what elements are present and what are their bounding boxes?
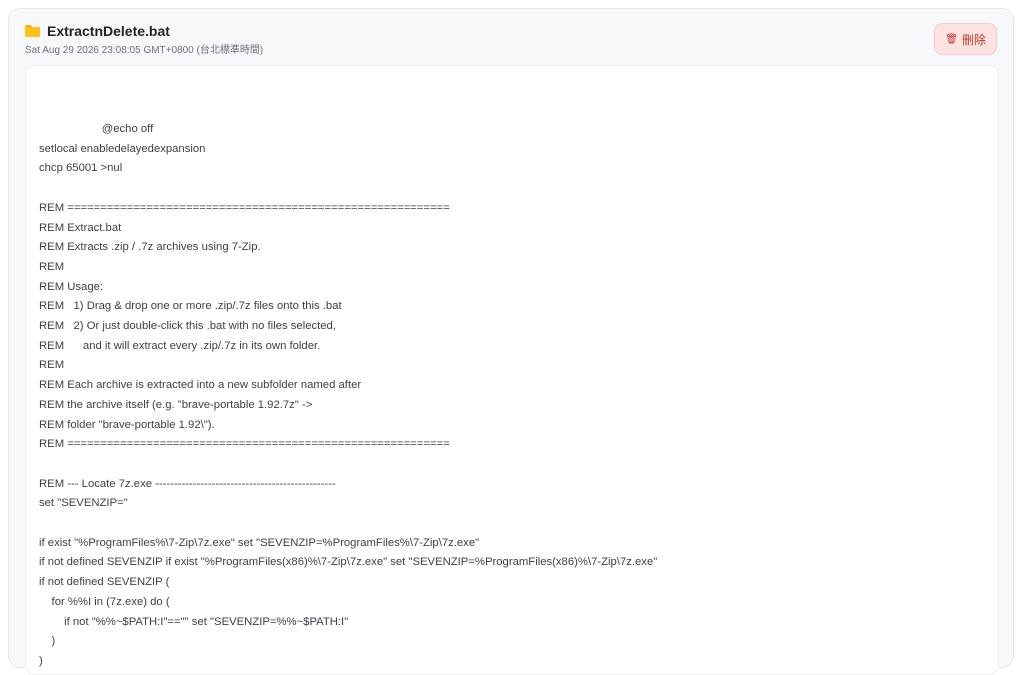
file-timestamp: Sat Aug 29 2026 23:08:05 GMT+0800 (台北標準時… bbox=[25, 45, 264, 56]
file-content-panel[interactable]: @echo off setlocal enabledelayedexpansio… bbox=[25, 65, 999, 675]
script-text: @echo off setlocal enabledelayedexpansio… bbox=[39, 123, 658, 667]
file-card: ExtractnDelete.bat Sat Aug 29 2026 23:08… bbox=[8, 8, 1014, 675]
trash-icon: 🗑 bbox=[945, 33, 958, 45]
file-header: ExtractnDelete.bat Sat Aug 29 2026 23:08… bbox=[25, 23, 997, 63]
file-title: ExtractnDelete.bat bbox=[47, 23, 170, 39]
folder-icon bbox=[25, 25, 40, 37]
delete-button[interactable]: 🗑 刪除 bbox=[934, 23, 997, 55]
delete-label: 刪除 bbox=[961, 32, 986, 47]
title-row: ExtractnDelete.bat bbox=[25, 23, 997, 39]
